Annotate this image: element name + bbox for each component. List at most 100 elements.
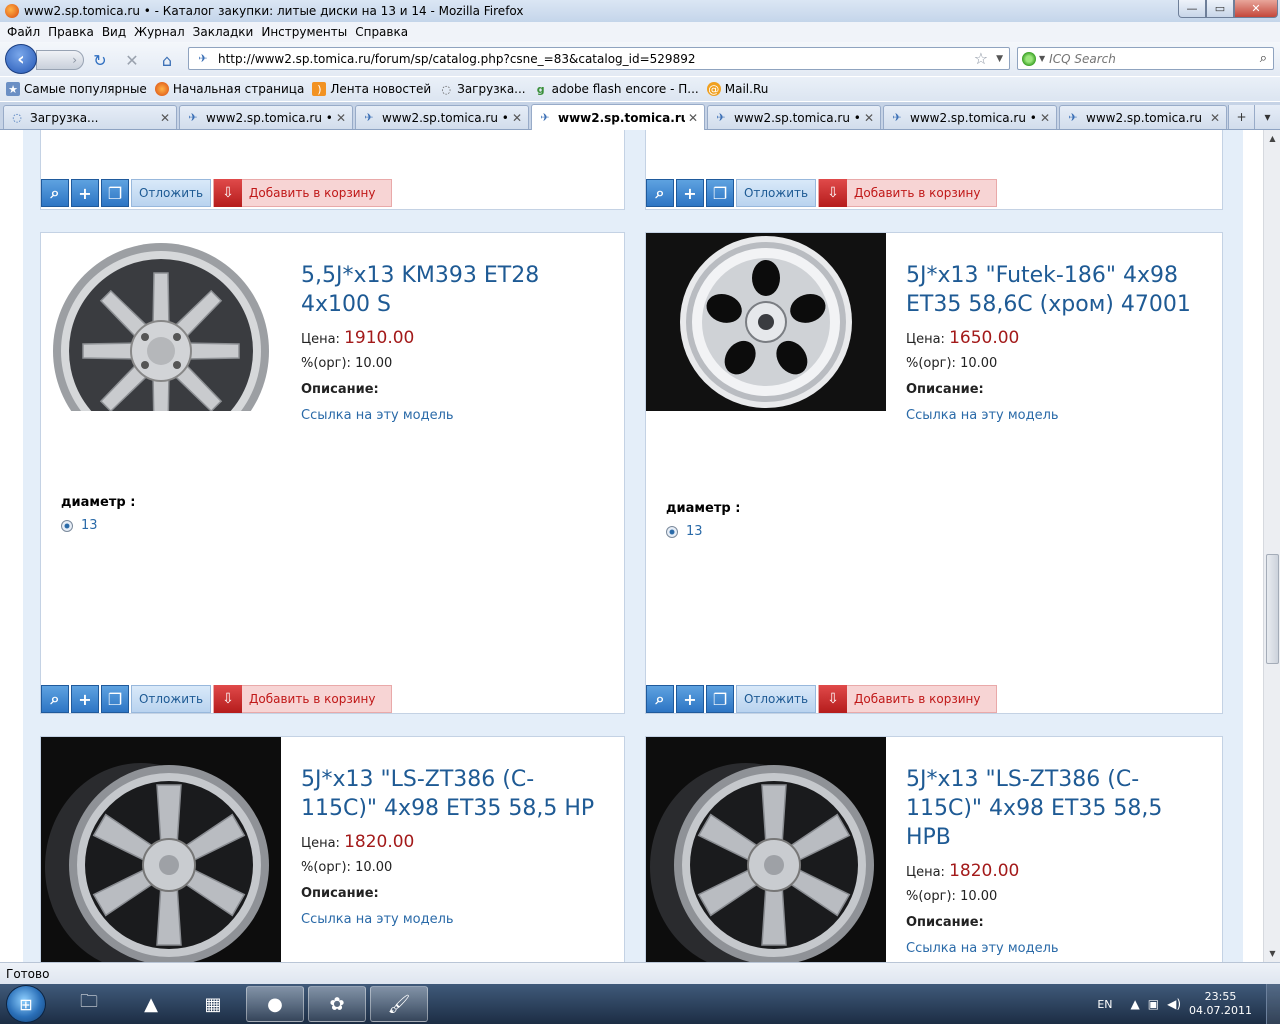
tab-close-icon[interactable]: ✕ — [333, 111, 349, 125]
add-button[interactable]: + — [71, 179, 99, 207]
product-title[interactable]: 5J*x13 "LS-ZT386 (C-115C)" 4x98 ET35 58,… — [301, 765, 601, 823]
maximize-button[interactable]: ▭ — [1206, 0, 1234, 18]
start-button[interactable]: ⊞ — [6, 985, 46, 1023]
search-engine-dropdown-icon[interactable]: ▼ — [1039, 54, 1045, 63]
product-image[interactable] — [41, 233, 281, 411]
product-image[interactable] — [41, 737, 281, 962]
model-link[interactable]: Ссылка на эту модель — [906, 941, 1059, 956]
bookmark-start-page[interactable]: Начальная страница — [154, 82, 304, 96]
zoom-button[interactable]: ⌕ — [646, 685, 674, 713]
show-desktop-button[interactable] — [1266, 984, 1280, 1024]
tab-2[interactable]: ✈ www2.sp.tomica.ru • ... ✕ — [179, 105, 353, 129]
tab-close-icon[interactable]: ✕ — [157, 111, 173, 125]
menu-history[interactable]: Журнал — [130, 25, 189, 39]
product-title[interactable]: 5J*x13 "Futek-186" 4x98 ET35 58,6C (хром… — [906, 261, 1206, 319]
search-bar[interactable]: ▼ ⌕ — [1017, 47, 1274, 70]
search-input[interactable] — [1049, 51, 1260, 66]
compare-button[interactable]: ❐ — [101, 685, 129, 713]
tab-close-icon[interactable]: ✕ — [1037, 111, 1053, 125]
menu-file[interactable]: Файл — [3, 25, 44, 39]
postpone-button[interactable]: Отложить — [131, 685, 211, 713]
postpone-button[interactable]: Отложить — [736, 685, 816, 713]
url-dropdown-icon[interactable]: ▼ — [996, 54, 1003, 64]
add-to-cart-button[interactable]: ⇩ Добавить в корзину — [213, 179, 393, 207]
tab-1[interactable]: ◌ Загрузка... ✕ — [3, 105, 177, 129]
postpone-button[interactable]: Отложить — [131, 179, 211, 207]
menu-help[interactable]: Справка — [351, 25, 412, 39]
add-to-cart-button[interactable]: ⇩ Добавить в корзину — [818, 179, 998, 207]
product-image[interactable] — [646, 737, 886, 962]
add-button[interactable]: + — [71, 685, 99, 713]
menu-tools[interactable]: Инструменты — [257, 25, 351, 39]
product-image[interactable] — [646, 233, 886, 411]
diameter-option[interactable]: 13 — [666, 524, 703, 539]
taskbar-aimp[interactable]: ▲ — [122, 986, 180, 1022]
add-button[interactable]: + — [676, 179, 704, 207]
compare-button[interactable]: ❐ — [101, 179, 129, 207]
url-bar[interactable]: ✈ http://www2.sp.tomica.ru/forum/sp/cata… — [188, 47, 1010, 70]
tab-bar: ◌ Загрузка... ✕ ✈ www2.sp.tomica.ru • ..… — [0, 102, 1280, 130]
bookmark-star-icon[interactable]: ☆ — [974, 49, 988, 68]
bookmark-loading[interactable]: ◌ Загрузка... — [439, 82, 525, 96]
add-button[interactable]: + — [676, 685, 704, 713]
url-text[interactable]: http://www2.sp.tomica.ru/forum/sp/catalo… — [218, 52, 974, 66]
tab-close-icon[interactable]: ✕ — [509, 111, 525, 125]
tray-expand-icon[interactable]: ▲ — [1131, 997, 1140, 1011]
back-button[interactable]: ‹ — [5, 44, 37, 74]
taskbar-explorer[interactable]: 🗀 — [60, 986, 118, 1022]
taskbar-paint[interactable]: 🖌 — [370, 986, 428, 1022]
product-title[interactable]: 5,5J*x13 KM393 ET28 4x100 S — [301, 261, 601, 319]
menu-edit[interactable]: Правка — [44, 25, 98, 39]
tab-6[interactable]: ✈ www2.sp.tomica.ru • ... ✕ — [883, 105, 1057, 129]
bookmark-adobe-flash[interactable]: g adobe flash encore - П... — [534, 82, 699, 96]
tab-7[interactable]: ✈ www2.sp.tomica.ru • ... ✕ — [1059, 105, 1227, 129]
diameter-option[interactable]: 13 — [61, 518, 98, 533]
search-icon[interactable]: ⌕ — [1260, 51, 1267, 66]
compare-button[interactable]: ❐ — [706, 685, 734, 713]
tab-list-dropdown-icon[interactable]: ▾ — [1254, 105, 1280, 129]
zoom-button[interactable]: ⌕ — [646, 179, 674, 207]
taskbar-firefox[interactable]: ● — [246, 986, 304, 1022]
reload-icon[interactable]: ↻ — [90, 51, 110, 70]
model-link[interactable]: Ссылка на эту модель — [301, 912, 454, 927]
bookmark-mailru[interactable]: @ Mail.Ru — [706, 82, 768, 96]
clock[interactable]: 23:55 04.07.2011 — [1189, 990, 1252, 1018]
home-icon[interactable]: ⌂ — [157, 51, 177, 70]
tab-close-icon[interactable]: ✕ — [861, 111, 877, 125]
bookmark-most-visited[interactable]: ★ Самые популярные — [6, 82, 147, 96]
tab-close-icon[interactable]: ✕ — [1207, 111, 1223, 125]
tab-4-active[interactable]: ✈ www2.sp.tomica.ru ... ✕ — [531, 104, 705, 130]
forward-button[interactable]: › — [36, 50, 84, 70]
scroll-up-icon[interactable]: ▲ — [1264, 130, 1280, 147]
menu-view[interactable]: Вид — [98, 25, 130, 39]
tab-5[interactable]: ✈ www2.sp.tomica.ru • ... ✕ — [707, 105, 881, 129]
model-link[interactable]: Ссылка на эту модель — [906, 408, 1059, 423]
model-link[interactable]: Ссылка на эту модель — [301, 408, 454, 423]
network-icon[interactable]: ▣ — [1148, 997, 1159, 1011]
zoom-button[interactable]: ⌕ — [41, 685, 69, 713]
volume-icon[interactable]: ◀) — [1167, 997, 1181, 1011]
radio-selected-icon[interactable] — [61, 519, 73, 532]
zoom-button[interactable]: ⌕ — [41, 179, 69, 207]
stop-icon[interactable]: ✕ — [122, 51, 142, 70]
language-indicator[interactable]: EN — [1097, 998, 1112, 1011]
minimize-button[interactable]: — — [1178, 0, 1206, 18]
radio-selected-icon[interactable] — [666, 525, 678, 538]
icq-icon[interactable] — [1022, 51, 1036, 66]
taskbar-icq[interactable]: ✿ — [308, 986, 366, 1022]
scroll-down-icon[interactable]: ▼ — [1264, 945, 1280, 962]
menu-bookmarks[interactable]: Закладки — [189, 25, 258, 39]
scrollbar-thumb[interactable] — [1266, 554, 1279, 664]
product-title[interactable]: 5J*x13 "LS-ZT386 (C-115C)" 4x98 ET35 58,… — [906, 765, 1206, 852]
add-to-cart-button[interactable]: ⇩ Добавить в корзину — [213, 685, 393, 713]
taskbar-media-player[interactable]: ▦ — [184, 986, 242, 1022]
compare-button[interactable]: ❐ — [706, 179, 734, 207]
postpone-button[interactable]: Отложить — [736, 179, 816, 207]
tab-close-icon[interactable]: ✕ — [685, 111, 701, 125]
new-tab-icon[interactable]: + — [1228, 105, 1254, 129]
vertical-scrollbar[interactable]: ▲ ▼ — [1263, 130, 1280, 962]
bookmark-news-feed[interactable]: ) Лента новостей — [312, 82, 431, 96]
add-to-cart-button[interactable]: ⇩ Добавить в корзину — [818, 685, 998, 713]
close-button[interactable]: ✕ — [1234, 0, 1278, 18]
tab-3[interactable]: ✈ www2.sp.tomica.ru • ... ✕ — [355, 105, 529, 129]
